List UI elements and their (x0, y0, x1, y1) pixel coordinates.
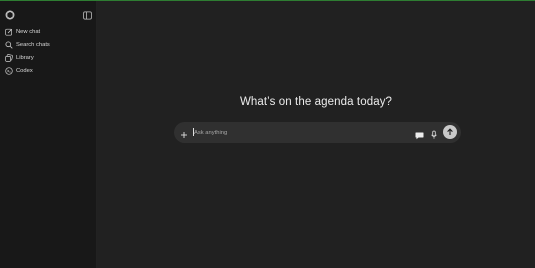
voice-mode-icon[interactable] (415, 127, 424, 140)
page-title: What’s on the agenda today? (239, 96, 393, 108)
sidebar-nav: New chat Search chats Library Codex (0, 25, 96, 77)
sidebar-item-codex[interactable]: Codex (0, 64, 96, 77)
pencil-square-icon (5, 28, 13, 36)
chat-main: What’s on the agenda today? (97, 1, 535, 268)
codex-icon (5, 66, 13, 75)
search-icon (5, 40, 13, 49)
sidebar-item-label: New chat (16, 28, 41, 35)
prompt-input[interactable] (194, 126, 394, 139)
arrow-up-icon (447, 128, 453, 135)
sidebar-item-label: Library (16, 54, 34, 61)
images-icon (5, 53, 13, 62)
microphone-icon[interactable] (430, 127, 438, 139)
sidebar-item-label: Search chats (16, 41, 50, 48)
send-button[interactable] (443, 125, 457, 139)
sidebar-item-search-chats[interactable]: Search chats (0, 38, 96, 51)
add-attachment-icon[interactable] (179, 127, 189, 138)
sidebar-item-label: Codex (16, 67, 33, 74)
openai-logo-icon[interactable] (5, 7, 15, 20)
prompt-composer[interactable] (174, 122, 461, 143)
sidebar-toggle-icon[interactable] (83, 7, 92, 20)
app-window: New chat Search chats Library Codex What… (0, 0, 535, 268)
sidebar-item-new-chat[interactable]: New chat (0, 25, 96, 38)
sidebar: New chat Search chats Library Codex (0, 1, 97, 268)
sidebar-item-library[interactable]: Library (0, 51, 96, 64)
